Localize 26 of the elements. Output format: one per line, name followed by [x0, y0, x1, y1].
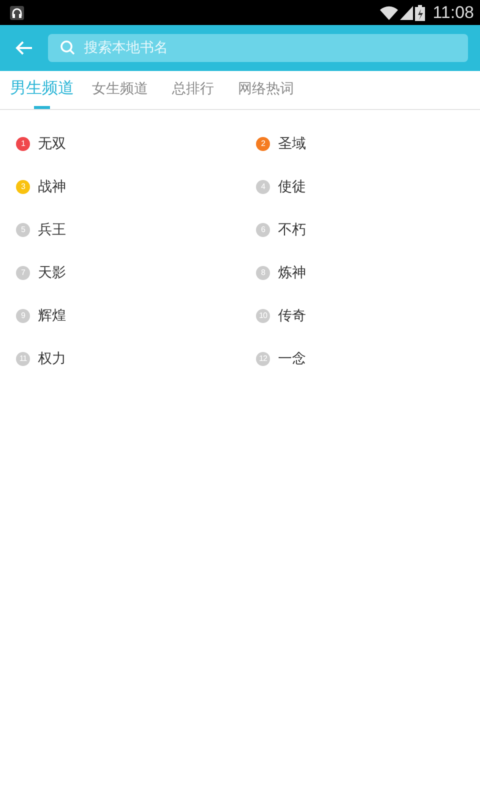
keyword-link[interactable]: 一念 [278, 350, 306, 368]
tab[interactable]: 网络热词 [226, 71, 306, 109]
search-field[interactable]: 搜索本地书名 [48, 34, 468, 62]
battery-icon [414, 4, 425, 20]
rank-badge: 1 [16, 136, 30, 150]
keyword-link[interactable]: 炼神 [278, 264, 306, 282]
back-arrow-icon [15, 41, 33, 55]
search-icon [60, 40, 75, 55]
rank-badge: 3 [16, 180, 30, 194]
signal-icon [400, 6, 413, 20]
tab[interactable]: 总排行 [160, 71, 226, 109]
wifi-icon [380, 6, 398, 20]
keyword-link[interactable]: 战神 [38, 178, 66, 196]
keyword-link[interactable]: 无双 [38, 134, 66, 152]
keyword-link[interactable]: 传奇 [278, 306, 306, 324]
keyword-link[interactable]: 圣域 [278, 134, 306, 152]
clock-time: 11:08 [432, 2, 474, 22]
keyword-link[interactable]: 天影 [38, 264, 66, 282]
keyword-link[interactable]: 使徒 [278, 178, 306, 196]
keyword-link[interactable]: 辉煌 [38, 306, 66, 324]
tab[interactable]: 女生频道 [80, 71, 160, 109]
keyword-link[interactable]: 权力 [38, 350, 66, 368]
keyword-link[interactable]: 兵王 [38, 220, 66, 238]
keyword-link[interactable]: 不朽 [278, 220, 306, 238]
rank-badge: 2 [256, 136, 270, 150]
headphones-icon [10, 6, 24, 20]
